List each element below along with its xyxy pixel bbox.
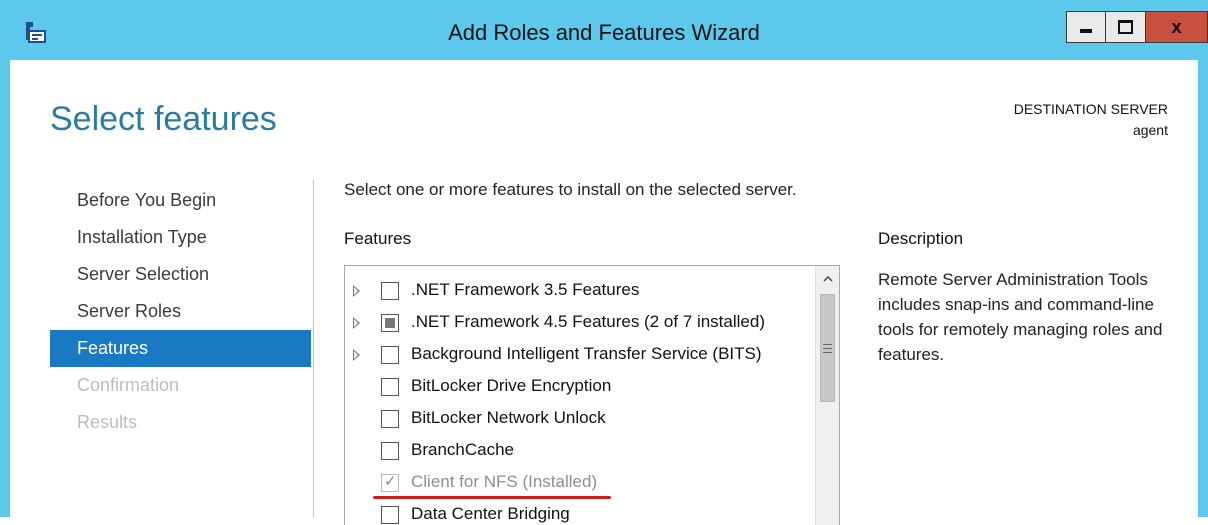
scroll-up-button[interactable]: [816, 266, 839, 292]
feature-row-data-center-bridging[interactable]: Data Center Bridging: [345, 500, 815, 525]
wizard-nav: Before You Begin Installation Type Serve…: [50, 182, 311, 441]
nav-item-server-roles[interactable]: Server Roles: [50, 293, 311, 330]
grip-icon: [823, 343, 832, 353]
nav-item-server-selection[interactable]: Server Selection: [50, 256, 311, 293]
scroll-thumb[interactable]: [820, 294, 835, 402]
instruction-text: Select one or more features to install o…: [344, 180, 797, 199]
feature-label: .NET Framework 3.5 Features: [411, 280, 640, 299]
feature-checkbox: ✓: [381, 473, 399, 492]
feature-row-bitlocker[interactable]: BitLocker Drive Encryption: [345, 372, 815, 404]
feature-label: BitLocker Drive Encryption: [411, 376, 612, 395]
feature-label: BranchCache: [411, 440, 515, 459]
description-heading: Description: [878, 229, 964, 248]
feature-label: Client for NFS (Installed): [411, 472, 598, 491]
description-text: Remote Server Administration Tools inclu…: [878, 270, 1163, 364]
features-tree[interactable]: .NET Framework 3.5 Features .NET Framewo…: [344, 265, 840, 525]
title-bar[interactable]: Add Roles and Features Wizard x: [0, 0, 1208, 60]
nav-item-installation-type[interactable]: Installation Type: [50, 219, 311, 256]
feature-label: Data Center Bridging: [411, 504, 570, 523]
destination-label: DESTINATION SERVER: [1013, 101, 1168, 117]
feature-row-branchcache[interactable]: BranchCache: [345, 436, 815, 468]
destination-server: DESTINATION SERVER agent: [1014, 99, 1168, 141]
close-button[interactable]: x: [1146, 11, 1208, 43]
feature-checkbox[interactable]: [381, 282, 399, 300]
feature-checkbox[interactable]: [381, 314, 399, 332]
feature-checkbox[interactable]: [381, 378, 399, 396]
feature-checkbox[interactable]: [381, 346, 399, 364]
feature-row-net45[interactable]: .NET Framework 4.5 Features (2 of 7 inst…: [345, 308, 815, 340]
page-title: Select features: [50, 100, 277, 138]
checkmark-icon: ✓: [384, 473, 397, 490]
chevron-up-icon: [822, 273, 833, 285]
nav-item-label: Installation Type: [77, 227, 207, 247]
feature-label: BitLocker Network Unlock: [411, 408, 606, 427]
window-title: Add Roles and Features Wizard: [448, 20, 760, 45]
minimize-button[interactable]: [1066, 11, 1106, 43]
expand-icon[interactable]: [353, 349, 360, 361]
feature-row-bits[interactable]: Background Intelligent Transfer Service …: [345, 340, 815, 372]
nav-item-label: Confirmation: [77, 375, 180, 395]
nav-item-label: Before You Begin: [77, 190, 217, 210]
feature-label: Background Intelligent Transfer Service …: [411, 344, 762, 363]
nav-item-label: Server Roles: [77, 301, 182, 321]
nav-item-before-you-begin[interactable]: Before You Begin: [50, 182, 311, 219]
nav-item-confirmation: Confirmation: [50, 367, 311, 404]
expand-icon[interactable]: [353, 317, 360, 329]
nav-divider: [313, 180, 314, 517]
maximize-icon: [1118, 20, 1133, 34]
feature-row-bitlocker-network-unlock[interactable]: BitLocker Network Unlock: [345, 404, 815, 436]
nav-item-results: Results: [50, 404, 311, 441]
nav-item-label: Server Selection: [77, 264, 210, 284]
feature-row-net35[interactable]: .NET Framework 3.5 Features: [345, 276, 815, 308]
close-icon: x: [1171, 16, 1182, 37]
features-scrollbar[interactable]: [815, 266, 839, 525]
feature-checkbox[interactable]: [381, 410, 399, 428]
minimize-icon: [1080, 29, 1092, 33]
nav-item-label: Features: [77, 338, 149, 358]
feature-checkbox[interactable]: [381, 442, 399, 460]
nav-item-label: Results: [77, 412, 138, 432]
maximize-button[interactable]: [1106, 11, 1146, 43]
features-heading: Features: [344, 229, 412, 248]
annotation-underline: [373, 496, 611, 499]
feature-checkbox[interactable]: [381, 506, 399, 524]
destination-value: agent: [1132, 122, 1168, 138]
nav-item-features[interactable]: Features: [50, 330, 311, 367]
feature-label: .NET Framework 4.5 Features (2 of 7 inst…: [411, 312, 765, 331]
expand-icon[interactable]: [353, 285, 360, 297]
